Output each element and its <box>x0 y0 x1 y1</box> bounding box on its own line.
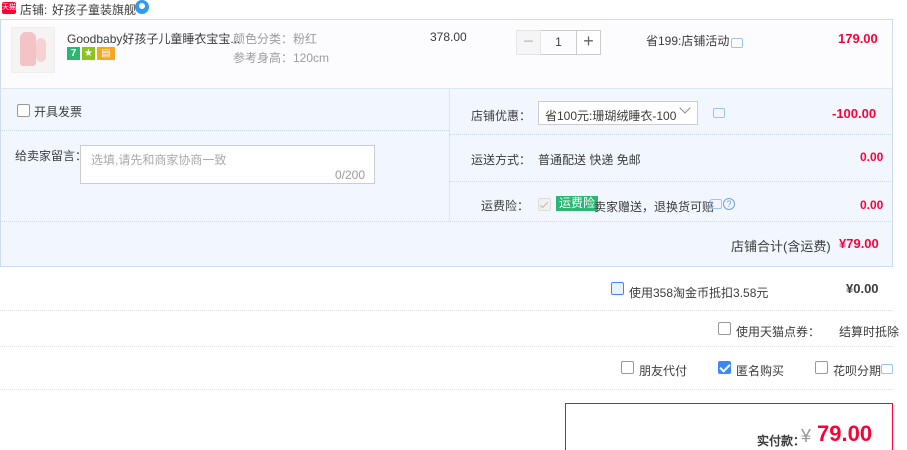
shop-total-label: 店铺合计(含运费) <box>731 239 831 254</box>
quantity-decrease-button[interactable]: − <box>516 30 541 55</box>
unit-price: 378.00 <box>430 30 467 44</box>
item-subtotal: 179.00 <box>838 31 878 46</box>
credit-card-icon[interactable]: ▤ <box>97 47 115 60</box>
shop-total-amount: ¥79.00 <box>839 236 879 251</box>
divider <box>0 389 893 390</box>
coupon-info-icon[interactable] <box>713 108 725 118</box>
tmall-points-value: 结算时抵除 <box>839 325 900 339</box>
item-title-link[interactable]: Goodbaby好孩子儿童睡衣宝宝... <box>67 30 240 47</box>
shipping-label: 运送方式： <box>471 153 532 167</box>
coupon-selected-value[interactable]: 省100元:珊瑚绒睡衣-100 <box>545 107 676 124</box>
shop-name-link[interactable]: 好孩子童装旗舰 <box>52 1 136 18</box>
huabei-installment-checkbox[interactable] <box>815 361 828 374</box>
insurance-info-icon[interactable] <box>710 199 722 209</box>
coupon-label: 店铺优惠： <box>471 109 532 123</box>
promotion-text: 省199:店铺活动 <box>646 34 730 48</box>
friend-pay-checkbox[interactable] <box>621 361 634 374</box>
seven-day-return-icon[interactable]: 7 <box>67 47 80 60</box>
divider <box>449 181 893 182</box>
taojinbi-checkbox[interactable] <box>611 282 624 295</box>
quantity-input[interactable]: 1 <box>541 30 576 55</box>
currency-symbol: ¥ <box>801 426 812 446</box>
divider <box>0 346 893 347</box>
tmall-badge-icon: 天猫 <box>2 2 16 14</box>
message-placeholder: 选填,请先和商家协商一致 <box>91 153 227 167</box>
coupon-amount: -100.00 <box>832 106 877 121</box>
product-image <box>20 32 36 66</box>
promo-info-icon[interactable] <box>731 38 743 48</box>
divider <box>0 130 449 131</box>
anonymous-purchase-checkbox[interactable] <box>718 361 731 374</box>
service-icons: 7 ★ ▤ <box>67 47 117 61</box>
shop-header: 天猫 店铺: 好孩子童装旗舰 <box>0 0 907 18</box>
insurance-label: 运费险： <box>481 199 530 213</box>
huabei-installment-label[interactable]: 花呗分期 <box>833 362 881 379</box>
shipping-amount: 0.00 <box>860 150 884 164</box>
shipping-method: 普通配送 快递 免邮 <box>538 153 641 167</box>
sku-height: 参考身高：120cm <box>233 51 330 65</box>
divider <box>0 310 893 311</box>
quantity-increase-button[interactable]: + <box>576 30 601 55</box>
huabei-info-icon[interactable] <box>881 364 893 374</box>
message-char-count: 0/200 <box>335 168 366 182</box>
insurance-tag: 运费险 <box>556 196 599 211</box>
wangwang-chat-icon[interactable] <box>135 0 149 14</box>
friend-pay-label[interactable]: 朋友代付 <box>639 362 687 379</box>
divider <box>0 221 893 222</box>
sku-color: 颜色分类：粉红 <box>233 32 318 46</box>
payment-label: 实付款： <box>757 434 806 448</box>
tmall-points-label[interactable]: 使用天猫点券： <box>736 323 820 340</box>
options-divider <box>449 89 450 221</box>
invoice-checkbox[interactable] <box>17 104 30 117</box>
item-thumbnail[interactable] <box>11 27 55 73</box>
divider <box>449 134 893 135</box>
help-icon[interactable]: ? <box>723 198 735 210</box>
taojinbi-amount: ¥0.00 <box>846 281 879 296</box>
invoice-label[interactable]: 开具发票 <box>34 103 82 120</box>
message-label: 给卖家留言： <box>15 149 88 163</box>
anonymous-purchase-label[interactable]: 匿名购买 <box>736 362 784 379</box>
taojinbi-label[interactable]: 使用358淘金币抵扣3.58元 <box>629 284 768 301</box>
tmall-points-checkbox[interactable] <box>718 322 731 335</box>
insurance-amount: 0.00 <box>860 198 884 212</box>
shop-label: 店铺: <box>20 3 48 17</box>
product-image-detail <box>36 38 46 62</box>
insurance-text: 卖家赠送，退换货可赔 <box>594 200 715 214</box>
insurance-checkbox <box>538 198 551 211</box>
payment-amount: 79.00 <box>817 421 873 446</box>
quality-guarantee-icon[interactable]: ★ <box>82 47 95 60</box>
